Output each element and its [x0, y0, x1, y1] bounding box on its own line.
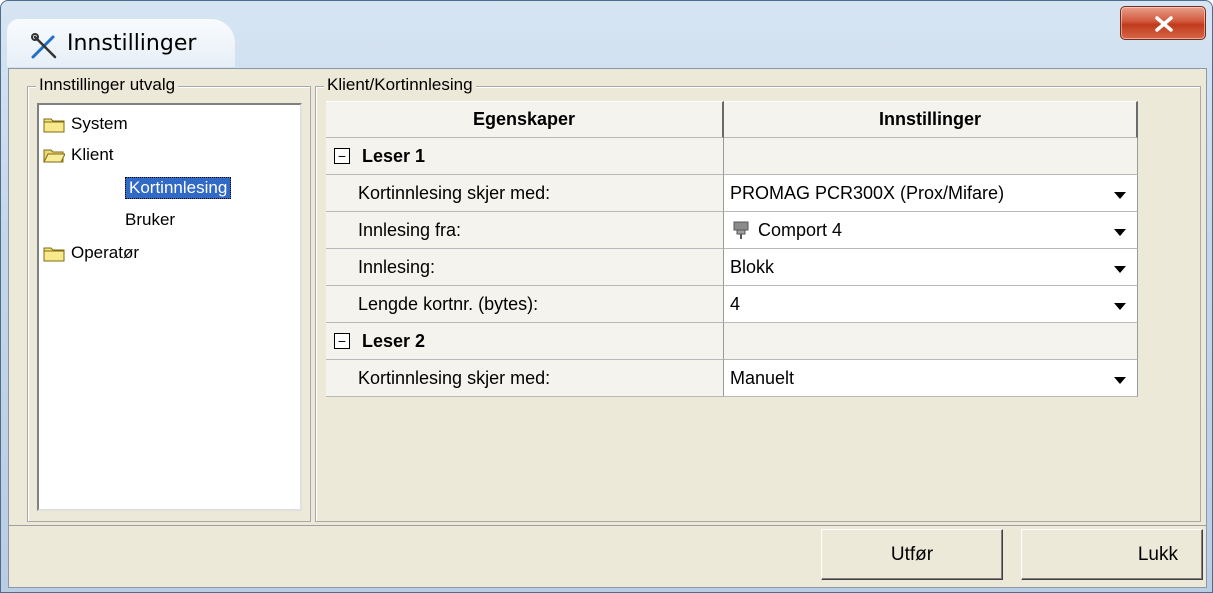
tree-item-label: Klient — [71, 145, 114, 164]
dropdown-arrow-icon[interactable] — [1105, 179, 1135, 207]
grid-group-row: − Leser 1 — [326, 138, 1138, 175]
folder-icon — [43, 118, 65, 132]
tree-item[interactable]: System — [43, 111, 128, 137]
property-name: Innlesing: — [326, 249, 724, 286]
close-button-label: Lukk — [1137, 544, 1178, 565]
grid-group-row: − Leser 2 — [326, 323, 1138, 360]
settings-selection-group: Innstillinger utvalg System Klient Kortinn… — [27, 75, 311, 522]
grid-property-row[interactable]: Innlesing fra: Comport 4 — [326, 212, 1138, 249]
close-button[interactable]: Lukk — [1021, 529, 1203, 580]
grid-property-row[interactable]: Innlesing: Blokk — [326, 249, 1138, 286]
property-value-dropdown[interactable]: Blokk — [724, 249, 1138, 286]
grid-property-row[interactable]: Kortinnlesing skjer med: Manuelt — [326, 360, 1138, 397]
property-value: Comport 4 — [758, 219, 843, 240]
dropdown-arrow-icon[interactable] — [1105, 364, 1135, 392]
apply-button[interactable]: Utfør — [821, 529, 1003, 580]
folder-open-icon — [43, 149, 65, 162]
group-value-cell — [724, 138, 1138, 175]
folder-icon — [43, 247, 65, 261]
close-icon — [1155, 16, 1173, 32]
tools-icon — [31, 33, 57, 59]
property-value-dropdown[interactable]: Comport 4 — [724, 212, 1138, 249]
tree-item[interactable]: Operatør — [43, 240, 139, 266]
window-title: Innstillinger — [67, 31, 197, 56]
tree-item[interactable]: Kortinnlesing — [125, 175, 232, 201]
group-value-cell — [724, 323, 1138, 360]
property-value-dropdown[interactable]: PROMAG PCR300X (Prox/Mifare) — [724, 175, 1138, 212]
close-window-button[interactable] — [1120, 6, 1206, 40]
client-card-reading-legend: Klient/Kortinnlesing — [324, 75, 476, 95]
property-name: Innlesing fra: — [326, 212, 724, 249]
tree-item[interactable]: Klient — [43, 142, 114, 168]
settings-window: Innstillinger Innstillinger utvalg Syste… — [0, 0, 1213, 593]
property-name: Lengde kortnr. (bytes): — [326, 286, 724, 323]
settings-selection-legend: Innstillinger utvalg — [36, 75, 179, 95]
property-value-dropdown[interactable]: 4 — [724, 286, 1138, 323]
collapse-icon[interactable]: − — [334, 333, 350, 349]
property-name: Kortinnlesing skjer med: — [326, 360, 724, 397]
title-bar[interactable]: Innstillinger — [1, 1, 1212, 67]
dropdown-arrow-icon[interactable] — [1105, 290, 1135, 318]
grid-property-row[interactable]: Kortinnlesing skjer med: PROMAG PCR300X (… — [326, 175, 1138, 212]
dropdown-arrow-icon[interactable] — [1105, 253, 1135, 281]
dropdown-arrow-icon[interactable] — [1105, 216, 1135, 244]
footer-separator — [9, 525, 1206, 526]
group-label: Leser 1 — [362, 145, 426, 166]
plug-icon — [733, 221, 749, 239]
property-value: PROMAG PCR300X (Prox/Mifare) — [730, 182, 1005, 203]
collapse-icon[interactable]: − — [334, 148, 350, 164]
tree-item[interactable]: Bruker — [125, 207, 175, 233]
header-properties[interactable]: Egenskaper — [326, 101, 724, 138]
property-grid: Egenskaper Innstillinger − Leser 1 Kortinn… — [326, 101, 1138, 397]
property-value: 4 — [730, 293, 741, 314]
property-value: Manuelt — [730, 367, 795, 388]
grid-header-row: Egenskaper Innstillinger — [326, 101, 1138, 138]
tree-item-label: Bruker — [125, 210, 176, 229]
tree-item-label: Kortinnlesing — [125, 177, 232, 199]
group-header[interactable]: − Leser 2 — [326, 323, 724, 360]
settings-tree[interactable]: System Klient Kortinnlesing Bruker Operatør — [37, 103, 302, 511]
group-label: Leser 2 — [362, 330, 426, 351]
tree-item-label: Operatør — [71, 243, 140, 262]
grid-property-row[interactable]: Lengde kortnr. (bytes): 4 — [326, 286, 1138, 323]
group-header[interactable]: − Leser 1 — [326, 138, 724, 175]
client-card-reading-group: Klient/Kortinnlesing Egenskaper Innstill… — [315, 75, 1201, 522]
tree-item-label: System — [71, 114, 128, 133]
property-value: Blokk — [730, 256, 775, 277]
header-settings[interactable]: Innstillinger — [724, 101, 1138, 138]
property-value-dropdown[interactable]: Manuelt — [724, 360, 1138, 397]
property-name: Kortinnlesing skjer med: — [326, 175, 724, 212]
client-area: Innstillinger utvalg System Klient Kortinn… — [8, 68, 1207, 588]
